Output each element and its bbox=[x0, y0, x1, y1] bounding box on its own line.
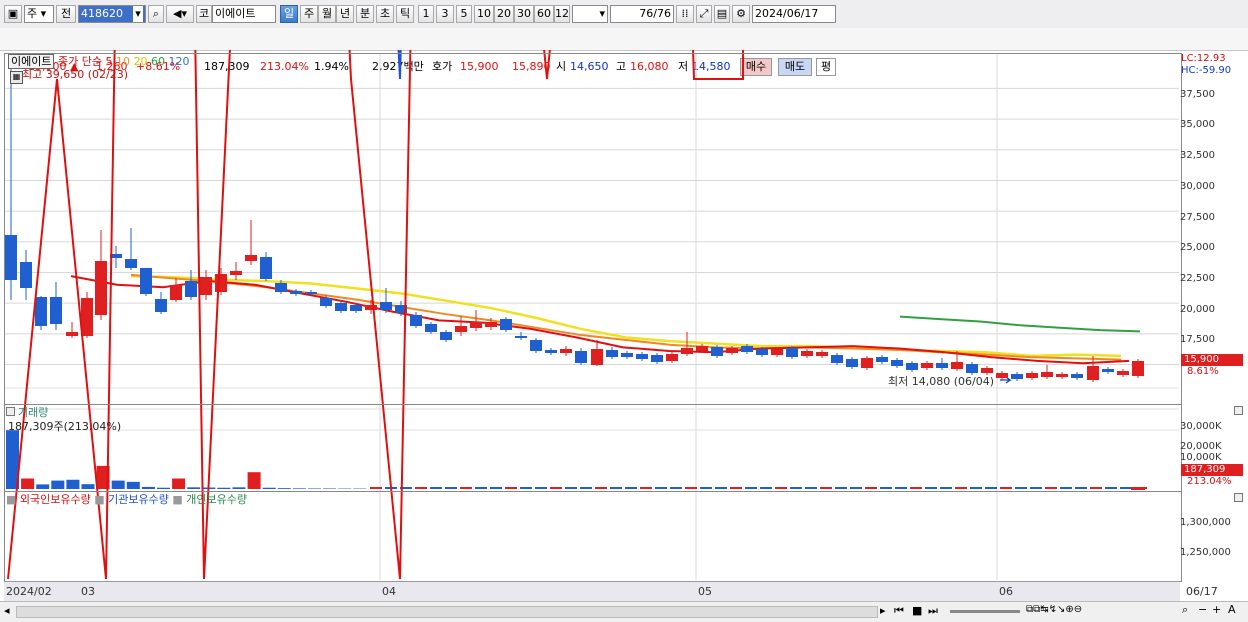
individual-legend[interactable]: 개인보유수량 bbox=[186, 493, 247, 506]
legend-marker-icon: ■ bbox=[94, 493, 104, 506]
custom-period-dropdown-icon: ▾ bbox=[599, 6, 605, 22]
y-tick: 35,000 bbox=[1180, 119, 1215, 130]
y-tick: 37,500 bbox=[1180, 89, 1215, 100]
minute-10-button[interactable]: 10 bbox=[474, 5, 494, 23]
x-label: 06 bbox=[999, 585, 1013, 598]
minute-30-button[interactable]: 30 bbox=[514, 5, 534, 23]
period-day-button[interactable]: 일 bbox=[280, 5, 298, 23]
stock-name-field: 이에이트 bbox=[212, 5, 276, 23]
vol-tick: 10,000K bbox=[1180, 452, 1222, 463]
fast-forward-icon[interactable]: ⏭ bbox=[928, 604, 938, 618]
count-total: /76 bbox=[653, 7, 671, 20]
volume-last-pct: 213.04% bbox=[1187, 476, 1232, 487]
holding-pane-close-icon[interactable] bbox=[1234, 493, 1243, 502]
period-tick-button[interactable]: 틱 bbox=[396, 5, 414, 23]
x-label: 04 bbox=[382, 585, 396, 598]
holding-legend: ■ 외국인보유수량 ■ 기관보유수량 ■ 개인보유수량 bbox=[6, 491, 247, 507]
vol-tick: 30,000K bbox=[1180, 421, 1222, 432]
fit-icon[interactable]: ⁞⁞ bbox=[676, 5, 694, 23]
zoom-out-icon[interactable]: − bbox=[1198, 603, 1207, 616]
speaker-icon[interactable]: ◀▾ bbox=[166, 5, 194, 23]
y-tick: 32,500 bbox=[1180, 150, 1215, 161]
quote-bar: 15,900 ▲ 1,260 +8.61% 187,309 213.04% 1.… bbox=[0, 28, 1248, 51]
x-axis-end: 06/17 bbox=[1186, 585, 1218, 598]
x-label: 03 bbox=[81, 585, 95, 598]
minute-3-button[interactable]: 3 bbox=[436, 5, 454, 23]
period-minute-button[interactable]: 분 bbox=[356, 5, 374, 23]
minute-5-button[interactable]: 5 bbox=[456, 5, 472, 23]
screen-menu-icon[interactable]: ▣ bbox=[4, 5, 22, 23]
settings-icon[interactable]: ⚙ bbox=[732, 5, 750, 23]
zoom-slider[interactable] bbox=[950, 610, 1020, 613]
legend-marker-icon: ■ bbox=[6, 493, 16, 506]
ma120-label: 120 bbox=[168, 55, 189, 68]
rewind-icon[interactable]: ⏮ bbox=[894, 604, 904, 618]
search-icon[interactable]: ⌕ bbox=[148, 5, 164, 23]
market-select[interactable]: 주 ▾ bbox=[24, 5, 54, 23]
y-tick: 20,000 bbox=[1180, 304, 1215, 315]
stock-code-input[interactable]: 418620 ▾ bbox=[78, 5, 146, 23]
volume-last-tag: 187,309 bbox=[1181, 464, 1243, 476]
lc-label: LC:12.93 bbox=[1181, 53, 1226, 64]
y-tick: 25,000 bbox=[1180, 242, 1215, 253]
volume-info: 187,309주(213.04%) bbox=[8, 418, 121, 434]
hold-tick: 1,250,000 bbox=[1180, 547, 1231, 558]
toolbar: ▣ 주 ▾ 전 418620▾ ⌕ ◀▾ 코 이에이트 일 주 월 년 분 초 … bbox=[0, 0, 1248, 29]
magnifier-icon[interactable]: ⌕ bbox=[1182, 603, 1188, 617]
ma20-label: 20 bbox=[133, 55, 147, 68]
calc-icon[interactable]: ▦ bbox=[10, 71, 23, 84]
zoom-in-icon[interactable]: + bbox=[1212, 603, 1221, 616]
scroll-left-icon[interactable]: ◂ bbox=[4, 604, 10, 617]
custom-period-select[interactable]: ▾ bbox=[572, 5, 608, 23]
save-icon[interactable]: ▤ bbox=[714, 5, 730, 23]
volume-pane-close-icon[interactable] bbox=[1234, 406, 1243, 415]
hold-tick: 1,300,000 bbox=[1180, 517, 1231, 528]
code-dropdown-icon[interactable]: ▾ bbox=[133, 6, 143, 22]
hc-label: HC:-59.90 bbox=[1181, 65, 1231, 76]
foreign-legend[interactable]: 외국인보유수량 bbox=[20, 493, 91, 506]
volume-pane bbox=[4, 404, 1182, 492]
minute-1-button[interactable]: 1 bbox=[418, 5, 434, 23]
volume-pane-icon[interactable] bbox=[6, 407, 15, 416]
y-tick: 30,000 bbox=[1180, 181, 1215, 192]
stock-code-value: 418620 bbox=[81, 7, 123, 20]
market-select-value: 주 bbox=[27, 7, 37, 20]
y-tick: 17,500 bbox=[1180, 334, 1215, 345]
price-pane bbox=[4, 53, 1182, 405]
minute-20-button[interactable]: 20 bbox=[494, 5, 514, 23]
drawing-tools-icon[interactable]: ⧉⧉↹↯↘⊕⊖ bbox=[1026, 604, 1082, 615]
prev-button[interactable]: 전 bbox=[56, 5, 76, 23]
period-year-button[interactable]: 년 bbox=[336, 5, 354, 23]
count-field[interactable]: 76/76 bbox=[610, 5, 674, 23]
scrollbar-track[interactable] bbox=[16, 606, 878, 618]
minute-60-button[interactable]: 60 bbox=[534, 5, 554, 23]
x-label: 05 bbox=[698, 585, 712, 598]
period-week-button[interactable]: 주 bbox=[300, 5, 318, 23]
zoom-icon[interactable]: ⤢ bbox=[696, 5, 712, 23]
minute-120-button[interactable]: 120 bbox=[554, 5, 570, 23]
bottom-bar: ◂ ▸ ⏮ ■ ⏭ ⧉⧉↹↯↘⊕⊖ ⌕ − + A bbox=[0, 601, 1248, 622]
count-value: 76 bbox=[639, 7, 653, 20]
y-tick: 22,500 bbox=[1180, 273, 1215, 284]
x-label: 2024/02 bbox=[6, 585, 52, 598]
date-field[interactable]: 2024/06/17 bbox=[752, 5, 836, 23]
last-pct-label: 8.61% bbox=[1187, 366, 1219, 377]
stop-icon[interactable]: ■ bbox=[912, 604, 922, 617]
auto-icon[interactable]: A bbox=[1228, 603, 1236, 616]
ma60-label: 60 bbox=[151, 55, 165, 68]
period-month-button[interactable]: 월 bbox=[318, 5, 336, 23]
legend-marker-icon: ■ bbox=[172, 493, 182, 506]
y-tick: 27,500 bbox=[1180, 212, 1215, 223]
last-price-tag: 15,900 bbox=[1181, 354, 1243, 366]
ko-button[interactable]: 코 bbox=[196, 5, 212, 23]
period-second-button[interactable]: 초 bbox=[376, 5, 394, 23]
low-note: 최저 14,080 (06/04) bbox=[888, 373, 994, 389]
high-note: 최고 39,650 (02/23) bbox=[22, 66, 128, 82]
scroll-right-icon[interactable]: ▸ bbox=[880, 604, 886, 617]
vol-tick: 20,000K bbox=[1180, 441, 1222, 452]
institution-legend[interactable]: 기관보유수량 bbox=[108, 493, 169, 506]
